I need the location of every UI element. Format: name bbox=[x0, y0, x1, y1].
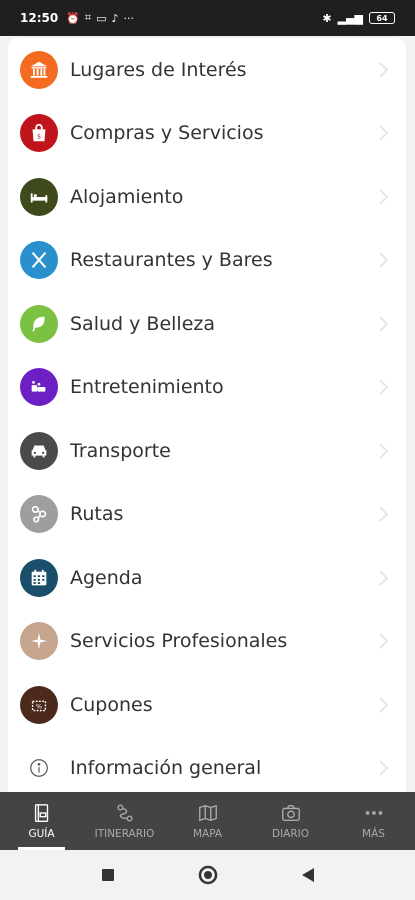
tab-mas[interactable]: MÁS bbox=[332, 792, 415, 850]
chevron-right-icon bbox=[379, 760, 389, 776]
battery-icon: 64 bbox=[369, 12, 395, 24]
alarm-icon: ⏰ bbox=[66, 11, 80, 25]
menu-item-rutas[interactable]: Rutas bbox=[8, 483, 406, 547]
bed-icon bbox=[20, 177, 58, 216]
menu-item-alojamiento[interactable]: Alojamiento bbox=[8, 165, 406, 229]
chevron-right-icon bbox=[379, 252, 389, 268]
chevron-right-icon bbox=[379, 189, 389, 205]
menu-item-label: Información general bbox=[70, 757, 262, 780]
chevron-right-icon bbox=[379, 570, 389, 586]
battery-level: 64 bbox=[376, 13, 388, 23]
status-bar: 12:50 ⏰ ⌗ ▭ ♪ ··· ✱ ▂▄▆ 64 bbox=[0, 0, 415, 36]
recents-button[interactable] bbox=[93, 860, 123, 890]
menu-item-label: Alojamiento bbox=[70, 185, 184, 208]
menu-item-label: Entretenimiento bbox=[70, 376, 224, 399]
svg-text:$: $ bbox=[37, 133, 41, 141]
home-icon bbox=[198, 865, 217, 885]
content-card: Lugares de Interés $ Compras y Servicios… bbox=[8, 38, 406, 792]
car-icon bbox=[20, 431, 58, 470]
menu-item-label: Lugares de Interés bbox=[70, 58, 247, 81]
shopping-bag-icon: $ bbox=[20, 114, 58, 153]
tab-guia[interactable]: GUÍA bbox=[0, 792, 83, 850]
chevron-right-icon bbox=[379, 443, 389, 459]
tab-label: GUÍA bbox=[28, 828, 55, 840]
chevron-right-icon bbox=[379, 62, 389, 78]
status-left-icons: ⏰ ⌗ ▭ ♪ ··· bbox=[66, 11, 134, 25]
compass-icon bbox=[20, 622, 58, 661]
svg-text:%: % bbox=[36, 702, 42, 710]
menu-item-agenda[interactable]: Agenda bbox=[8, 546, 406, 610]
menu-item-salud[interactable]: Salud y Belleza bbox=[8, 292, 406, 356]
coupon-icon: % bbox=[20, 685, 58, 724]
info-icon bbox=[20, 749, 58, 788]
tab-diario[interactable]: DIARIO bbox=[249, 792, 332, 850]
menu-item-label: Salud y Belleza bbox=[70, 312, 215, 335]
menu-item-label: Cupones bbox=[70, 693, 153, 716]
map-icon bbox=[198, 804, 217, 822]
menu-item-cupones[interactable]: % Cupones bbox=[8, 673, 406, 737]
entertainment-icon bbox=[20, 368, 58, 407]
cutlery-icon bbox=[20, 241, 58, 280]
tab-label: MÁS bbox=[362, 828, 385, 840]
category-menu: Lugares de Interés $ Compras y Servicios… bbox=[8, 38, 406, 792]
menu-item-lugares[interactable]: Lugares de Interés bbox=[8, 38, 406, 102]
chevron-right-icon bbox=[379, 316, 389, 332]
menu-item-servicios-profesionales[interactable]: Servicios Profesionales bbox=[8, 610, 406, 674]
system-nav-bar bbox=[0, 850, 415, 900]
grid-icon: ⌗ bbox=[84, 11, 92, 24]
more-icon bbox=[365, 811, 382, 815]
calendar-icon bbox=[20, 558, 58, 597]
menu-item-label: Restaurantes y Bares bbox=[70, 249, 273, 272]
more-icon: ··· bbox=[123, 11, 135, 25]
chevron-right-icon bbox=[379, 379, 389, 395]
menu-item-compras[interactable]: $ Compras y Servicios bbox=[8, 102, 406, 166]
tab-mapa[interactable]: MAPA bbox=[166, 792, 249, 850]
chevron-right-icon bbox=[379, 506, 389, 522]
status-right: ✱ ▂▄▆ 64 bbox=[322, 12, 395, 25]
tab-itinerario[interactable]: ITINERARIO bbox=[83, 792, 166, 850]
back-icon bbox=[301, 868, 314, 882]
leaf-icon bbox=[20, 304, 58, 343]
menu-item-transporte[interactable]: Transporte bbox=[8, 419, 406, 483]
camera-icon bbox=[281, 804, 300, 822]
menu-item-label: Servicios Profesionales bbox=[70, 630, 288, 653]
menu-item-label: Transporte bbox=[70, 439, 171, 462]
tab-label: DIARIO bbox=[271, 828, 310, 840]
menu-item-label: Rutas bbox=[70, 503, 124, 526]
menu-item-label: Compras y Servicios bbox=[70, 122, 264, 145]
chevron-right-icon bbox=[379, 697, 389, 713]
bluetooth-icon: ✱ bbox=[322, 11, 332, 25]
bottom-nav: GUÍA ITINERARIO MAPA DIARIO MÁS bbox=[0, 792, 415, 850]
route-icon bbox=[20, 495, 58, 534]
chevron-right-icon bbox=[379, 633, 389, 649]
chevron-right-icon bbox=[379, 125, 389, 141]
menu-item-label: Agenda bbox=[70, 566, 143, 589]
signal-icon: ▂▄▆ bbox=[337, 11, 363, 25]
museum-icon bbox=[20, 50, 58, 89]
tiktok-icon: ♪ bbox=[111, 11, 119, 25]
laptop-icon: ▭ bbox=[96, 11, 107, 25]
back-button[interactable] bbox=[293, 860, 323, 890]
itinerary-icon bbox=[116, 804, 133, 822]
status-time: 12:50 bbox=[20, 11, 59, 25]
menu-item-informacion[interactable]: Información general bbox=[8, 737, 406, 793]
menu-item-entretenimiento[interactable]: Entretenimiento bbox=[8, 356, 406, 420]
menu-item-restaurantes[interactable]: Restaurantes y Bares bbox=[8, 229, 406, 293]
home-button[interactable] bbox=[193, 860, 223, 890]
book-icon bbox=[34, 804, 48, 822]
tab-label: MAPA bbox=[192, 828, 223, 840]
recents-icon bbox=[101, 869, 114, 881]
tab-label: ITINERARIO bbox=[94, 828, 155, 840]
